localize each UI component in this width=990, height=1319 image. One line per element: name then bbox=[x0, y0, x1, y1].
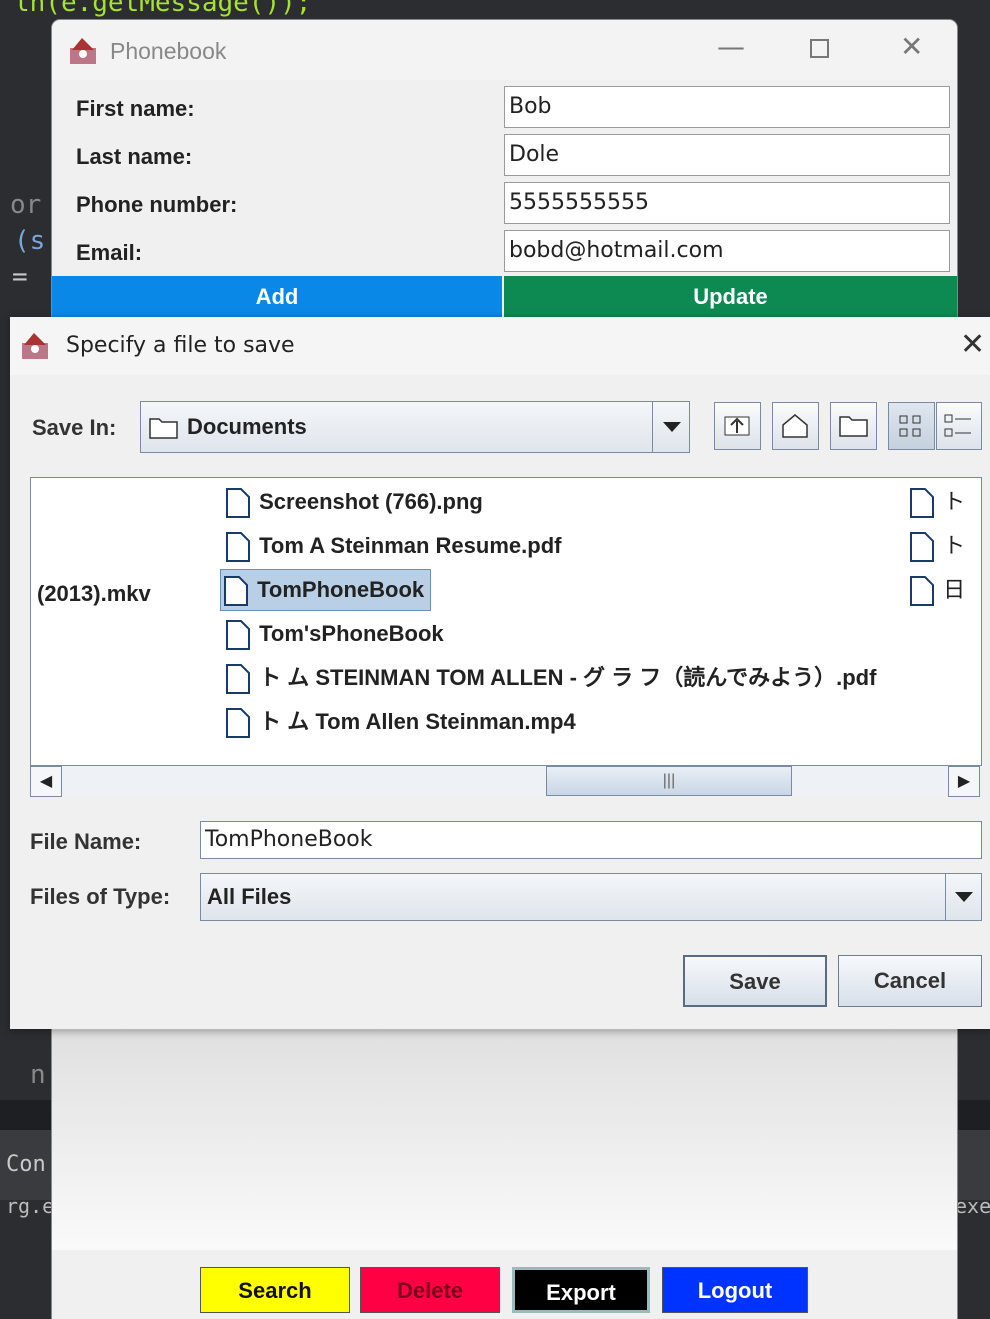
button-bar bbox=[52, 1250, 957, 1319]
cancel-button[interactable]: Cancel bbox=[838, 955, 982, 1007]
file-icon bbox=[226, 664, 250, 695]
file-name: ト bbox=[943, 489, 966, 514]
file-item[interactable]: ト ム STEINMAN TOM ALLEN - グ ラ フ（読んでみよう）.p… bbox=[223, 658, 876, 698]
code-fragment: = bbox=[12, 262, 28, 292]
file-icon bbox=[226, 532, 250, 563]
code-fragment: n bbox=[30, 1060, 46, 1090]
maximize-icon[interactable] bbox=[810, 39, 829, 58]
file-item-partial[interactable]: (2013).mkv bbox=[37, 574, 151, 614]
file-icon bbox=[226, 708, 250, 739]
save-in-label: Save In: bbox=[32, 415, 117, 440]
minimize-icon[interactable]: — bbox=[717, 30, 745, 63]
email-label: Email: bbox=[76, 240, 143, 265]
export-button[interactable]: Export bbox=[512, 1267, 650, 1313]
file-icon bbox=[910, 576, 934, 607]
horizontal-scrollbar[interactable]: ◀ ||| ▶ bbox=[30, 765, 982, 797]
file-list[interactable]: (2013).mkv Screenshot (766).png Tom A St… bbox=[30, 477, 982, 797]
scroll-right-icon[interactable]: ▶ bbox=[948, 766, 980, 797]
list-view-icon[interactable] bbox=[888, 402, 935, 450]
new-folder-icon[interactable] bbox=[830, 402, 877, 450]
file-name: Screenshot (766).png bbox=[259, 489, 483, 514]
file-item-partial[interactable]: ト bbox=[907, 526, 965, 566]
code-line: ln(e.getMessage()); bbox=[14, 0, 312, 18]
code-fragment: (s bbox=[14, 226, 46, 256]
file-icon bbox=[226, 620, 250, 651]
phone-number-field[interactable]: 5555555555 bbox=[504, 182, 950, 224]
chevron-down-icon[interactable] bbox=[652, 402, 691, 452]
dialog-titlebar: Specify a file to save ✕ bbox=[10, 317, 990, 375]
email-field[interactable]: bobd@hotmail.com bbox=[504, 230, 950, 272]
home-icon[interactable] bbox=[772, 402, 819, 450]
file-icon bbox=[910, 532, 934, 563]
up-folder-icon[interactable] bbox=[714, 402, 761, 450]
search-button[interactable]: Search bbox=[200, 1267, 350, 1313]
save-button[interactable]: Save bbox=[683, 955, 827, 1007]
last-name-label: Last name: bbox=[76, 144, 193, 169]
files-of-type-label: Files of Type: bbox=[30, 884, 171, 909]
file-item-partial[interactable]: 日 bbox=[907, 570, 965, 610]
code-fragment: or bbox=[10, 190, 42, 220]
folder-icon bbox=[149, 418, 178, 439]
file-name: ト bbox=[943, 533, 966, 558]
phonebook-title: Phonebook bbox=[110, 38, 227, 64]
file-item[interactable]: Tom A Steinman Resume.pdf bbox=[223, 526, 561, 566]
save-in-value: Documents bbox=[187, 414, 307, 439]
files-of-type-dropdown[interactable]: All Files bbox=[200, 873, 982, 921]
add-button[interactable]: Add bbox=[52, 276, 502, 318]
update-button[interactable]: Update bbox=[504, 276, 957, 318]
file-item-selected[interactable]: TomPhoneBook bbox=[220, 569, 432, 611]
results-panel bbox=[52, 1030, 957, 1250]
file-name: Tom'sPhoneBook bbox=[259, 621, 444, 646]
file-icon bbox=[224, 576, 248, 607]
file-name: 日 bbox=[943, 577, 966, 602]
file-name: ト ム Tom Allen Steinman.mp4 bbox=[259, 709, 576, 734]
file-item-partial[interactable]: ト bbox=[907, 482, 965, 522]
java-app-icon bbox=[22, 333, 48, 359]
close-icon[interactable]: ✕ bbox=[900, 30, 923, 63]
file-item[interactable]: Screenshot (766).png bbox=[223, 482, 483, 522]
delete-button[interactable]: Delete bbox=[360, 1267, 500, 1313]
scroll-left-icon[interactable]: ◀ bbox=[30, 766, 62, 797]
file-icon bbox=[910, 488, 934, 519]
phonebook-titlebar: Phonebook — ✕ bbox=[52, 20, 957, 80]
details-view-icon[interactable] bbox=[936, 402, 982, 450]
file-name: ト ム STEINMAN TOM ALLEN - グ ラ フ（読んでみよう）.p… bbox=[259, 665, 877, 690]
file-icon bbox=[226, 488, 250, 519]
scrollbar-thumb[interactable]: ||| bbox=[546, 766, 792, 796]
console-line: exe bbox=[955, 1194, 990, 1218]
java-app-icon bbox=[70, 38, 96, 64]
close-icon[interactable]: ✕ bbox=[960, 327, 985, 362]
logout-button[interactable]: Logout bbox=[662, 1267, 808, 1313]
first-name-field[interactable]: Bob bbox=[504, 86, 950, 128]
file-name: Tom A Steinman Resume.pdf bbox=[259, 533, 562, 558]
first-name-label: First name: bbox=[76, 96, 195, 121]
console-tab[interactable]: Con bbox=[6, 1152, 46, 1177]
save-in-dropdown[interactable]: Documents bbox=[140, 401, 690, 453]
console-line: rg.e bbox=[6, 1194, 55, 1218]
chevron-down-icon[interactable] bbox=[945, 874, 982, 920]
file-item[interactable]: Tom'sPhoneBook bbox=[223, 614, 444, 654]
phone-number-label: Phone number: bbox=[76, 192, 238, 217]
file-name-input[interactable]: TomPhoneBook bbox=[200, 821, 982, 859]
file-name: TomPhoneBook bbox=[257, 577, 425, 602]
file-name-label: File Name: bbox=[30, 829, 142, 854]
file-item[interactable]: ト ム Tom Allen Steinman.mp4 bbox=[223, 702, 576, 742]
dialog-title: Specify a file to save bbox=[66, 333, 295, 358]
files-of-type-value: All Files bbox=[207, 884, 292, 909]
save-file-dialog: Specify a file to save ✕ Save In: Docume… bbox=[10, 317, 990, 1029]
last-name-field[interactable]: Dole bbox=[504, 134, 950, 176]
